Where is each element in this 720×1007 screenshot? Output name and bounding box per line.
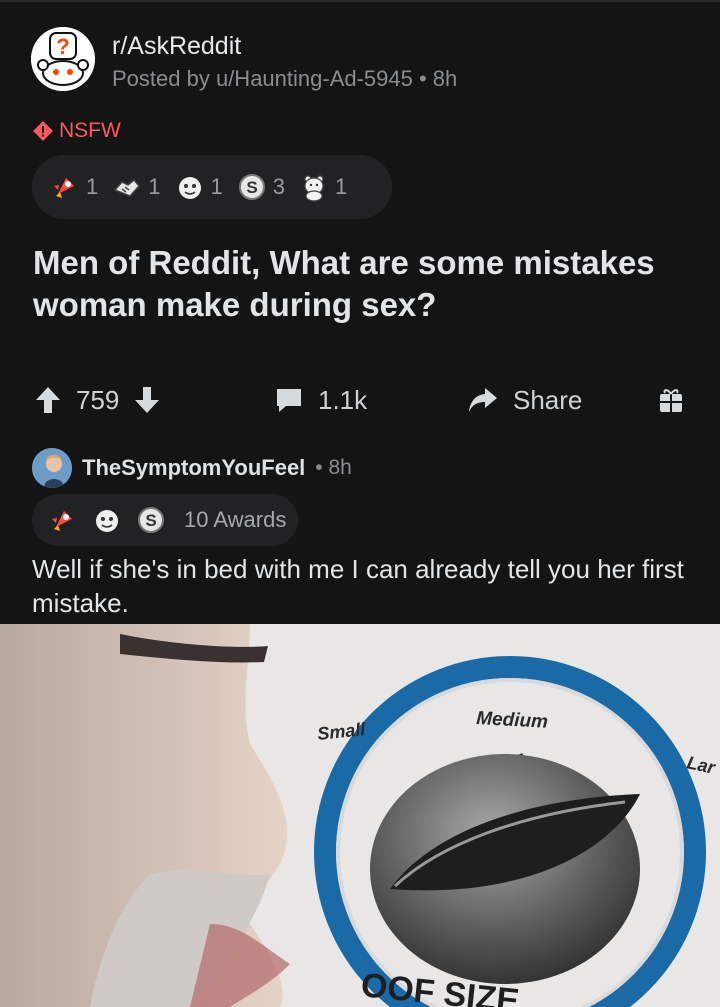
face-award-icon: [96, 510, 118, 532]
post-card: ? r/AskReddit Posted by u/Haunting-Ad-59…: [0, 2, 720, 624]
gift-icon: [660, 389, 682, 412]
rocket-like-award-icon: [54, 178, 74, 198]
svg-text:S: S: [246, 178, 257, 197]
post-actions-bar: 759 1.1k Share: [0, 372, 720, 428]
comment-header: TheSymptomYouFeel • 8h: [32, 448, 352, 488]
award-gift-button[interactable]: [656, 380, 686, 420]
silver-award-icon: S: [138, 507, 164, 533]
subreddit-name[interactable]: r/AskReddit: [112, 32, 241, 61]
comment-count: 1.1k: [318, 384, 368, 415]
comment-bubble-icon: [277, 389, 301, 412]
post-title[interactable]: Men of Reddit, What are some mistakes wo…: [33, 242, 693, 326]
award-silver: S 3: [237, 172, 285, 202]
oof-size-dial-image: Small Medium Lar OOF SIZE: [0, 624, 720, 1007]
dial-label-medium: Medium: [476, 708, 549, 733]
vote-count: 759: [76, 384, 120, 415]
share-arrow-icon: [469, 388, 497, 412]
subreddit-avatar[interactable]: ?: [31, 27, 95, 91]
post-awards[interactable]: 1 1 1 S 3 1: [32, 155, 392, 219]
nsfw-tag: NSFW: [33, 119, 121, 143]
user-avatar-icon: [32, 448, 72, 488]
meme-image[interactable]: Small Medium Lar OOF SIZE: [0, 624, 720, 1007]
comment-awards[interactable]: S 10 Awards: [32, 494, 298, 546]
rocket-like-award-icon: [52, 511, 72, 531]
comment-awards-count: 10 Awards: [184, 507, 287, 532]
upvote-arrow-icon[interactable]: [34, 385, 62, 415]
silver-award-icon: S: [238, 174, 265, 200]
warning-diamond-icon: [33, 121, 53, 141]
svg-text:S: S: [145, 511, 156, 530]
share-label: Share: [513, 384, 583, 415]
award-count: 1: [210, 174, 223, 199]
award-handshake: 1: [112, 172, 161, 202]
award-bear: 1: [299, 172, 347, 202]
award-count: 1: [148, 174, 161, 199]
handshake-award-icon: [113, 178, 141, 197]
comment-body[interactable]: Well if she's in bed with me I can alrea…: [32, 552, 702, 620]
vote-group: 759: [34, 380, 161, 420]
award-rocket-like: 1: [50, 172, 98, 202]
nsfw-label: NSFW: [59, 119, 121, 142]
avatar[interactable]: [32, 448, 72, 488]
face-award-icon: [178, 177, 201, 199]
askreddit-snoo-icon: ?: [31, 27, 95, 91]
downvote-arrow-icon[interactable]: [133, 385, 161, 415]
comments-button[interactable]: 1.1k: [274, 380, 367, 420]
award-face: 1: [175, 172, 223, 202]
award-count: 1: [86, 174, 99, 199]
comment-username[interactable]: TheSymptomYouFeel: [82, 455, 305, 481]
bear-award-icon: [304, 175, 324, 202]
share-button[interactable]: Share: [467, 380, 582, 420]
comment-time: • 8h: [315, 456, 352, 479]
award-count: 3: [272, 174, 285, 199]
svg-text:?: ?: [56, 34, 69, 59]
award-count: 1: [335, 174, 348, 199]
posted-by[interactable]: Posted by u/Haunting-Ad-5945 • 8h: [112, 66, 457, 92]
